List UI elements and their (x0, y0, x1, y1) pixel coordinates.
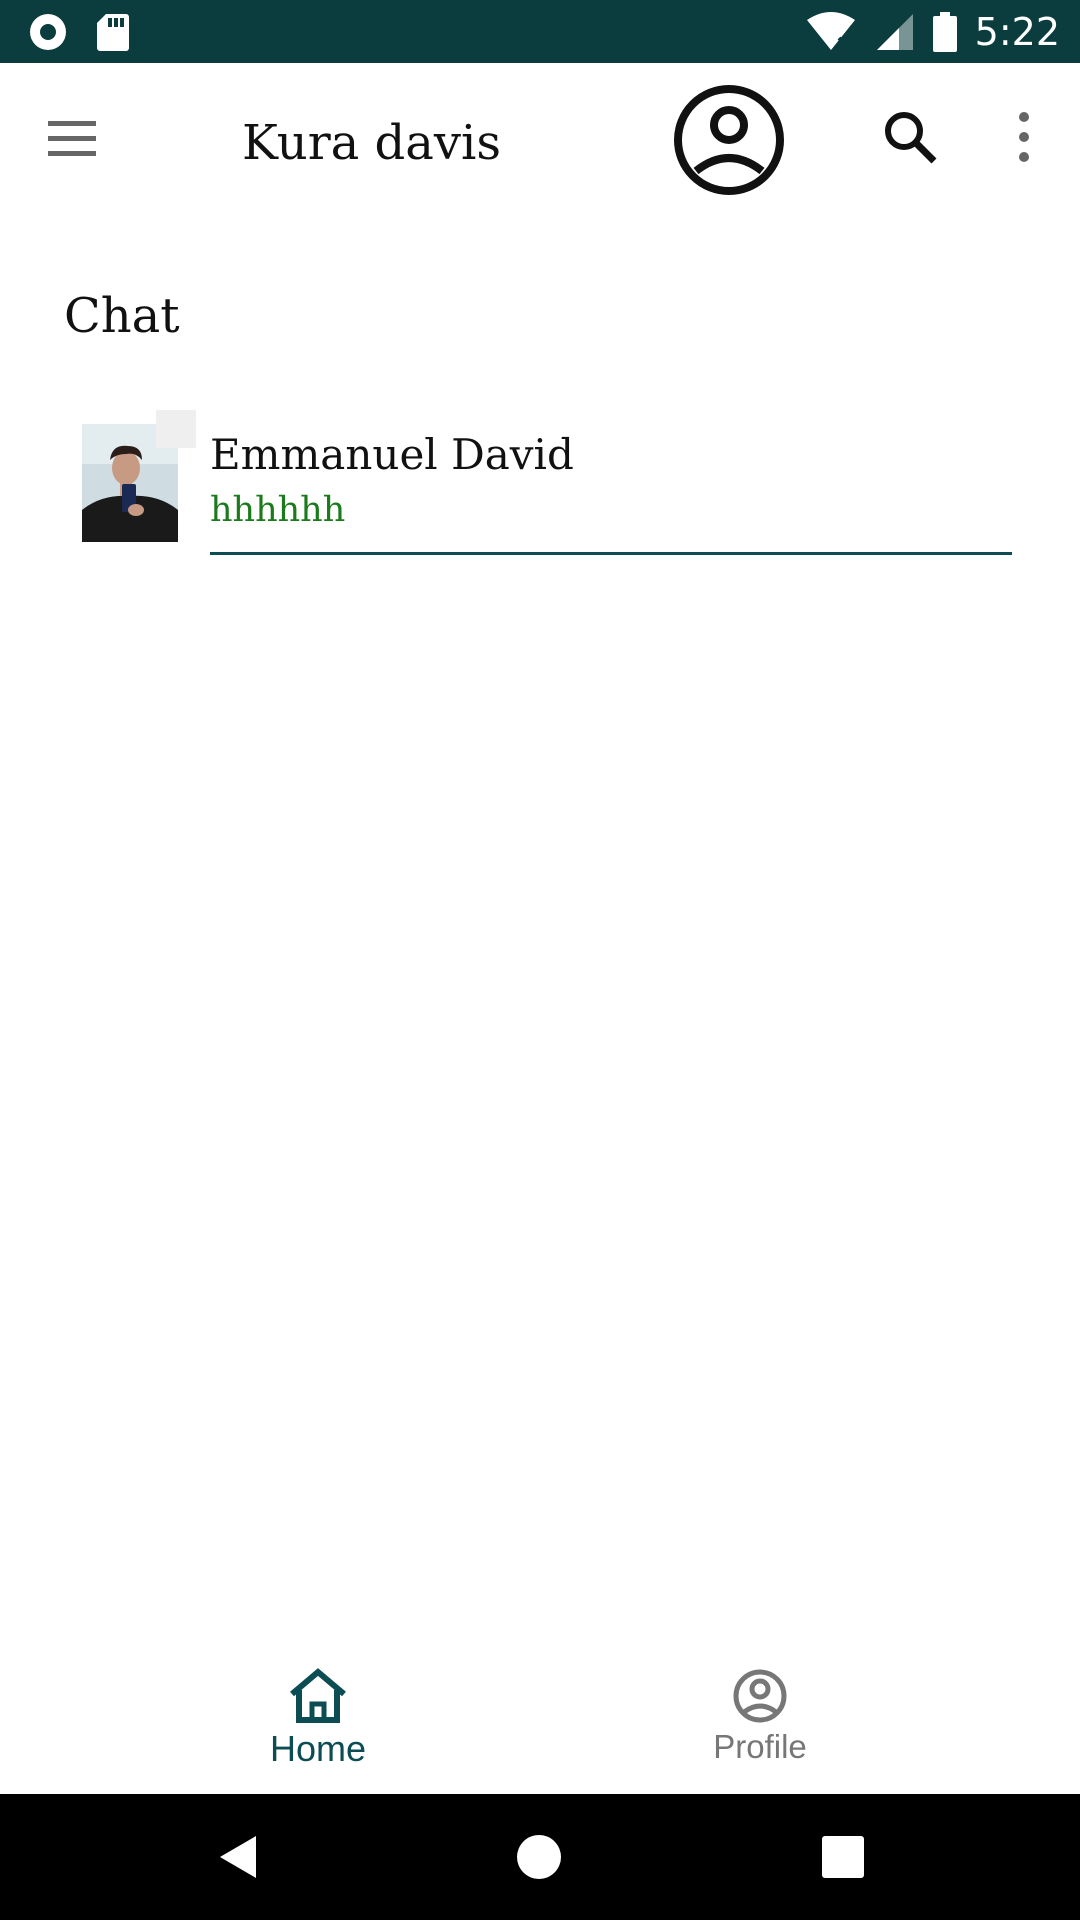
account-circle-icon[interactable] (672, 83, 786, 197)
signal-icon (876, 14, 913, 50)
nav-label-home: Home (269, 1728, 367, 1769)
nav-item-home[interactable]: Home (168, 1640, 468, 1794)
section-title: Chat (64, 288, 180, 344)
home-circle-icon[interactable] (514, 1832, 564, 1882)
app-bar: Kura davis (0, 63, 1080, 223)
app-title: Kura davis (242, 115, 501, 171)
chat-name: Emmanuel David (210, 430, 574, 479)
back-icon[interactable] (214, 1832, 264, 1882)
status-left (28, 12, 130, 52)
chat-badge (156, 410, 196, 448)
chat-divider (210, 552, 1012, 555)
battery-icon (932, 12, 957, 52)
sd-card-icon (97, 14, 129, 51)
status-bar: 5:22 (0, 0, 1080, 63)
search-icon[interactable] (880, 107, 940, 167)
status-right: 5:22 (805, 8, 1060, 56)
record-icon (30, 14, 66, 50)
status-time: 5:22 (974, 10, 1060, 54)
chat-list-item[interactable]: Emmanuel David hhhhhh (82, 410, 1012, 560)
system-nav-bar (0, 1794, 1080, 1920)
nav-item-profile[interactable]: Profile (610, 1640, 910, 1794)
nav-label-profile: Profile (713, 1728, 807, 1765)
bottom-nav: Home Profile (0, 1640, 1080, 1794)
screen: 5:22 Kura davis Chat Emmanuel David hhhh… (0, 0, 1080, 1920)
menu-icon[interactable] (44, 111, 100, 167)
chat-last-message: hhhhhh (210, 490, 346, 530)
wifi-off-icon (806, 12, 855, 52)
home-icon (290, 1668, 346, 1723)
recent-apps-icon[interactable] (818, 1832, 868, 1882)
account-circle-icon (733, 1669, 787, 1723)
more-vert-icon[interactable] (1006, 107, 1042, 167)
